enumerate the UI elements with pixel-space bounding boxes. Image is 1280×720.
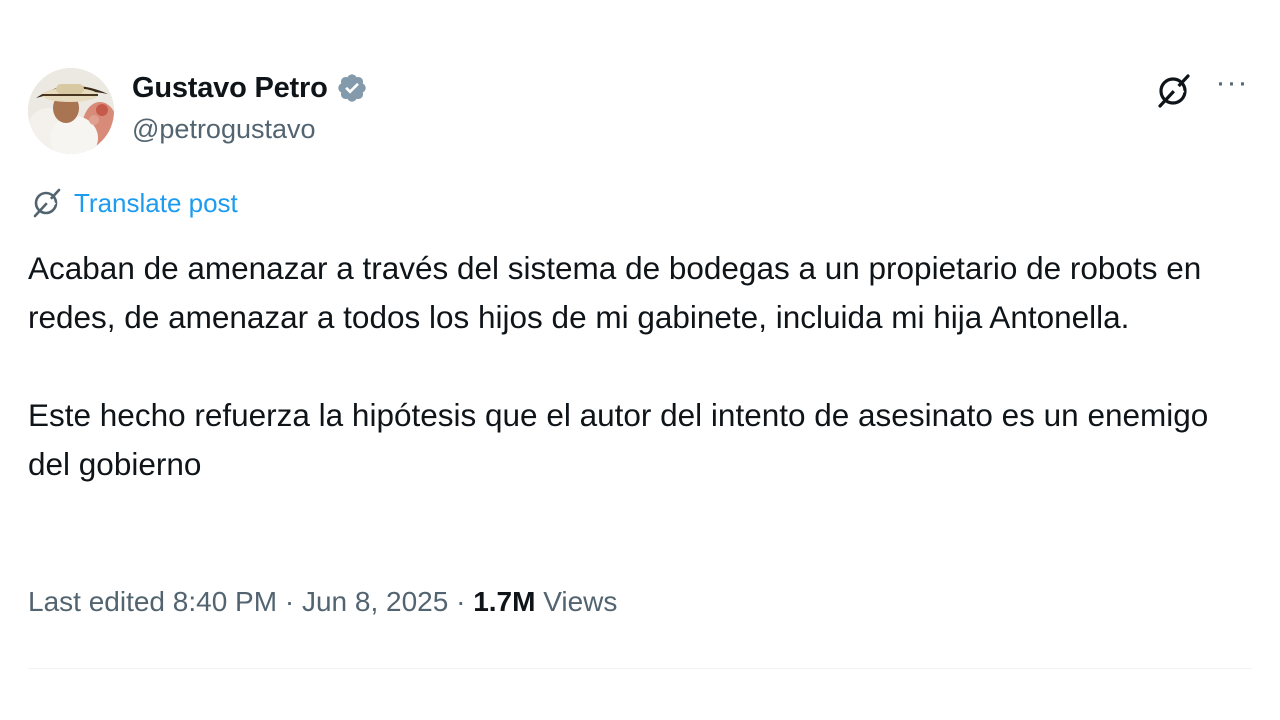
post-metadata: Last edited 8:40 PM · Jun 8, 2025 · 1.7M… xyxy=(28,586,617,618)
avatar[interactable] xyxy=(28,68,114,154)
views-count: 1.7M xyxy=(473,586,536,617)
author-name[interactable]: Gustavo Petro xyxy=(132,72,328,105)
translate-post-label: Translate post xyxy=(74,187,238,218)
grok-icon xyxy=(1158,74,1190,108)
views-label: Views xyxy=(543,586,618,617)
more-options-icon: ··· xyxy=(1215,66,1249,99)
grok-translate-icon xyxy=(30,186,64,220)
post-paragraph: Este hecho refuerza la hipótesis que el … xyxy=(28,397,1209,482)
separator: · xyxy=(448,586,474,617)
author-name-row: Gustavo Petro xyxy=(132,68,368,108)
more-options-button[interactable]: ··· xyxy=(1212,68,1252,110)
separator: · xyxy=(277,586,302,617)
post-date[interactable]: Jun 8, 2025 xyxy=(302,586,448,618)
post-text: Acaban de amenazar a través del sistema … xyxy=(28,244,1258,489)
post-time[interactable]: 8:40 PM xyxy=(173,586,277,618)
verified-badge-icon[interactable] xyxy=(336,72,368,104)
profile-photo xyxy=(28,68,114,154)
post-paragraph: Acaban de amenazar a través del sistema … xyxy=(28,250,1202,335)
divider xyxy=(28,668,1252,669)
grok-button[interactable] xyxy=(1155,72,1193,110)
translate-post-link[interactable]: Translate post xyxy=(30,186,238,220)
author-handle[interactable]: @petrogustavo xyxy=(132,114,316,145)
edited-label[interactable]: Last edited xyxy=(28,586,165,618)
